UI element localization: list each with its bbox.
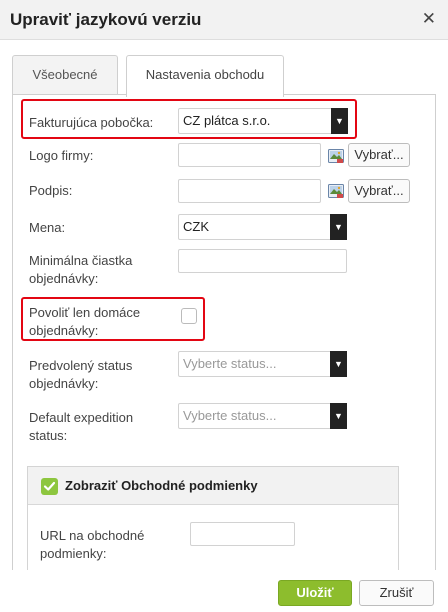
terms-url-label-line2: podmienky:	[40, 546, 107, 561]
default-order-status-label-line2: objednávky:	[29, 376, 99, 391]
min-order-label: Minimálna čiastka objednávky:	[29, 252, 132, 288]
signature-label: Podpis:	[29, 183, 73, 198]
logo-field[interactable]	[178, 143, 321, 167]
default-expedition-status-label: Default expedition status:	[29, 409, 133, 445]
min-order-label-line2: objednávky:	[29, 271, 99, 286]
image-picker-icon[interactable]	[328, 148, 344, 164]
tab-general[interactable]: Všeobecné	[12, 55, 118, 95]
tab-panel-shop-settings: Fakturujúca pobočka: CZ plátca s.r.o. ▼ …	[12, 94, 436, 570]
billing-branch-value: CZ plátca s.r.o.	[183, 113, 271, 128]
signature-field[interactable]	[178, 179, 321, 203]
terms-section: Zobraziť Obchodné podmienky URL na obcho…	[27, 466, 399, 570]
save-button[interactable]: Uložiť	[278, 580, 352, 606]
terms-url-label: URL na obchodné podmienky:	[40, 527, 144, 563]
default-order-status-label: Predvolený status objednávky:	[29, 357, 132, 393]
currency-value: CZK	[183, 219, 209, 234]
billing-branch-select[interactable]: CZ plátca s.r.o. ▼	[178, 108, 348, 134]
show-terms-checkbox[interactable]	[41, 478, 58, 495]
dialog-title: Upraviť jazykovú verziu	[10, 10, 202, 29]
show-terms-label: Zobraziť Obchodné podmienky	[65, 478, 258, 493]
terms-url-label-line1: URL na obchodné	[40, 528, 145, 543]
chevron-down-icon: ▼	[331, 108, 348, 134]
signature-select-button[interactable]: Vybrať...	[348, 179, 410, 203]
default-expedition-status-select[interactable]: Vyberte status... ▼	[178, 403, 347, 429]
image-picker-icon[interactable]	[328, 183, 344, 199]
domestic-only-label-line1: Povoliť len domáce	[29, 305, 141, 320]
terms-url-field[interactable]	[190, 522, 295, 546]
chevron-down-icon: ▼	[330, 214, 347, 240]
logo-label: Logo firmy:	[29, 148, 94, 163]
logo-select-button[interactable]: Vybrať...	[348, 143, 410, 167]
domestic-only-label-line2: objednávky:	[29, 323, 99, 338]
default-order-status-select[interactable]: Vyberte status... ▼	[178, 351, 347, 377]
chevron-down-icon: ▼	[330, 403, 347, 429]
currency-label: Mena:	[29, 220, 66, 235]
tab-shop-settings[interactable]: Nastavenia obchodu	[126, 55, 284, 97]
domestic-only-label: Povoliť len domáce objednávky:	[29, 304, 140, 340]
default-order-status-placeholder: Vyberte status...	[183, 356, 277, 371]
chevron-down-icon: ▼	[330, 351, 347, 377]
cancel-button[interactable]: Zrušiť	[359, 580, 434, 606]
dialog-header: Upraviť jazykovú verziu ✕	[0, 0, 448, 40]
default-expedition-status-label-line2: status:	[29, 428, 68, 443]
default-order-status-label-line1: Predvolený status	[29, 358, 133, 373]
terms-section-header: Zobraziť Obchodné podmienky	[28, 467, 398, 505]
domestic-only-checkbox[interactable]	[181, 308, 197, 324]
close-icon[interactable]: ✕	[422, 10, 436, 28]
default-expedition-status-placeholder: Vyberte status...	[183, 408, 277, 423]
currency-select[interactable]: CZK ▼	[178, 214, 347, 240]
min-order-field[interactable]	[178, 249, 347, 273]
default-expedition-status-label-line1: Default expedition	[29, 410, 134, 425]
min-order-label-line1: Minimálna čiastka	[29, 253, 133, 268]
billing-branch-label: Fakturujúca pobočka:	[29, 115, 154, 130]
